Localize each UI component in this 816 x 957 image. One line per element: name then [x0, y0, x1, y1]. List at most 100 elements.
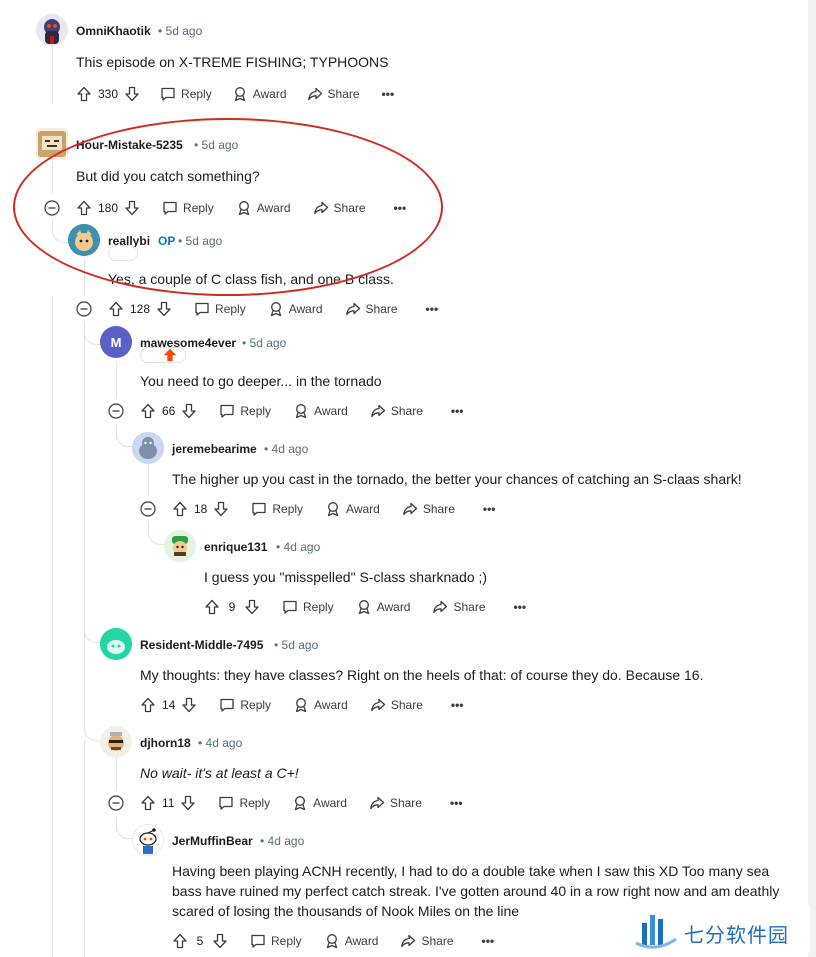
- comment-timestamp: • 4d ago: [198, 736, 243, 750]
- watermark: 七分软件园: [620, 905, 810, 953]
- vote-count: 66: [162, 404, 176, 418]
- comment-author[interactable]: Resident-Middle-7495: [140, 638, 263, 652]
- comment-timestamp: • 4d ago: [264, 442, 309, 456]
- more-options-button[interactable]: •••: [394, 201, 407, 215]
- upvote-icon[interactable]: [140, 697, 156, 713]
- reply-button[interactable]: Reply: [250, 933, 302, 949]
- award-icon: [234, 87, 245, 102]
- avatar[interactable]: M: [100, 326, 132, 358]
- award-button[interactable]: Award: [268, 301, 323, 317]
- more-options-button[interactable]: •••: [451, 698, 464, 712]
- comment-author[interactable]: djhorn18: [140, 736, 191, 750]
- collapse-thread-icon[interactable]: [108, 403, 124, 419]
- award-icon: [295, 796, 306, 811]
- upvote-icon[interactable]: [140, 403, 156, 419]
- reply-button[interactable]: Reply: [219, 403, 271, 419]
- comment-body: I guess you "misspelled" S-class sharkna…: [204, 569, 488, 585]
- reply-button[interactable]: Reply: [194, 301, 246, 317]
- comment-icon: [195, 302, 209, 316]
- upvote-icon[interactable]: [204, 599, 220, 615]
- comment-actions: 11 Reply Award Share •••: [140, 791, 463, 815]
- downvote-icon[interactable]: [212, 933, 228, 949]
- avatar[interactable]: [132, 432, 164, 464]
- more-options-icon: •••: [425, 302, 439, 316]
- more-options-button[interactable]: •••: [514, 600, 527, 614]
- award-button[interactable]: Award: [324, 933, 378, 949]
- comment-author[interactable]: Hour-Mistake-5235: [76, 138, 183, 152]
- share-button[interactable]: Share: [345, 301, 398, 317]
- upvote-icon[interactable]: [108, 301, 124, 317]
- scrollbar[interactable]: [808, 0, 816, 957]
- comment-actions: 66 Reply Award Share •••: [140, 399, 463, 423]
- more-options-button[interactable]: •••: [483, 502, 496, 516]
- share-label: Share: [327, 87, 360, 101]
- more-options-icon: •••: [450, 404, 464, 418]
- award-icon: [358, 600, 369, 615]
- upvote-icon[interactable]: [172, 933, 188, 949]
- avatar[interactable]: [132, 824, 164, 856]
- vote-count: 18: [194, 502, 208, 516]
- more-options-button[interactable]: •••: [382, 87, 395, 101]
- reply-button[interactable]: Reply: [282, 599, 334, 615]
- reply-button[interactable]: Reply: [218, 795, 270, 811]
- downvote-icon[interactable]: [181, 697, 197, 713]
- vote-count: 128: [130, 302, 151, 316]
- share-button[interactable]: Share: [370, 697, 423, 713]
- award-button[interactable]: Award: [292, 795, 347, 811]
- share-button[interactable]: Share: [369, 795, 422, 811]
- share-button[interactable]: Share: [307, 86, 360, 102]
- share-button[interactable]: Share: [432, 599, 486, 615]
- avatar[interactable]: [68, 224, 100, 256]
- share-button[interactable]: Share: [400, 933, 454, 949]
- comment-body: The higher up you cast in the tornado, t…: [172, 471, 742, 487]
- downvote-icon[interactable]: [124, 86, 140, 102]
- downvote-icon[interactable]: [181, 403, 197, 419]
- collapse-thread-icon[interactable]: [140, 501, 156, 517]
- reply-button[interactable]: Reply: [160, 86, 212, 102]
- comment-icon: [163, 201, 177, 215]
- reply-button[interactable]: Reply: [251, 501, 303, 517]
- comment: Hour-Mistake-5235 • 5d ago But did you c…: [36, 128, 796, 228]
- avatar[interactable]: [100, 726, 132, 758]
- comment-author[interactable]: OmniKhaotik: [76, 24, 151, 38]
- award-button[interactable]: Award: [293, 697, 348, 713]
- avatar[interactable]: [36, 128, 68, 160]
- collapse-thread-icon[interactable]: [108, 795, 124, 811]
- award-button[interactable]: Award: [325, 501, 380, 517]
- reply-button[interactable]: Reply: [219, 697, 271, 713]
- upvote-icon[interactable]: [76, 200, 92, 216]
- share-button[interactable]: Share: [313, 200, 366, 216]
- upvote-icon[interactable]: [76, 86, 92, 102]
- avatar[interactable]: [36, 14, 68, 46]
- avatar[interactable]: [100, 628, 132, 660]
- reply-label: Reply: [240, 698, 272, 712]
- downvote-icon[interactable]: [124, 200, 140, 216]
- award-label: Award: [252, 87, 287, 101]
- more-options-button[interactable]: •••: [450, 796, 463, 810]
- thread-elbow: [84, 322, 101, 345]
- more-options-button[interactable]: •••: [482, 934, 495, 948]
- share-button[interactable]: Share: [370, 403, 423, 419]
- comment-author[interactable]: enrique131: [204, 540, 267, 554]
- upvote-icon[interactable]: [140, 795, 156, 811]
- downvote-icon[interactable]: [180, 795, 196, 811]
- downvote-icon[interactable]: [156, 301, 172, 317]
- reply-button[interactable]: Reply: [162, 200, 214, 216]
- comment-author[interactable]: jeremebearime: [172, 442, 257, 456]
- collapse-thread-icon[interactable]: [76, 301, 92, 317]
- more-options-button[interactable]: •••: [451, 404, 464, 418]
- comment-author[interactable]: JerMuffinBear: [172, 834, 253, 848]
- vote-count: 9: [228, 600, 236, 614]
- upvote-icon[interactable]: [172, 501, 188, 517]
- more-options-button[interactable]: •••: [426, 302, 439, 316]
- award-button[interactable]: Award: [293, 403, 348, 419]
- avatar[interactable]: [164, 530, 196, 562]
- award-button[interactable]: Award: [236, 200, 291, 216]
- comment: OmniKhaotik • 5d ago This episode on X-T…: [36, 14, 796, 114]
- award-button[interactable]: Award: [356, 599, 410, 615]
- share-button[interactable]: Share: [402, 501, 455, 517]
- award-button[interactable]: Award: [232, 86, 287, 102]
- collapse-thread-icon[interactable]: [44, 200, 60, 216]
- downvote-icon[interactable]: [213, 501, 229, 517]
- downvote-icon[interactable]: [244, 599, 260, 615]
